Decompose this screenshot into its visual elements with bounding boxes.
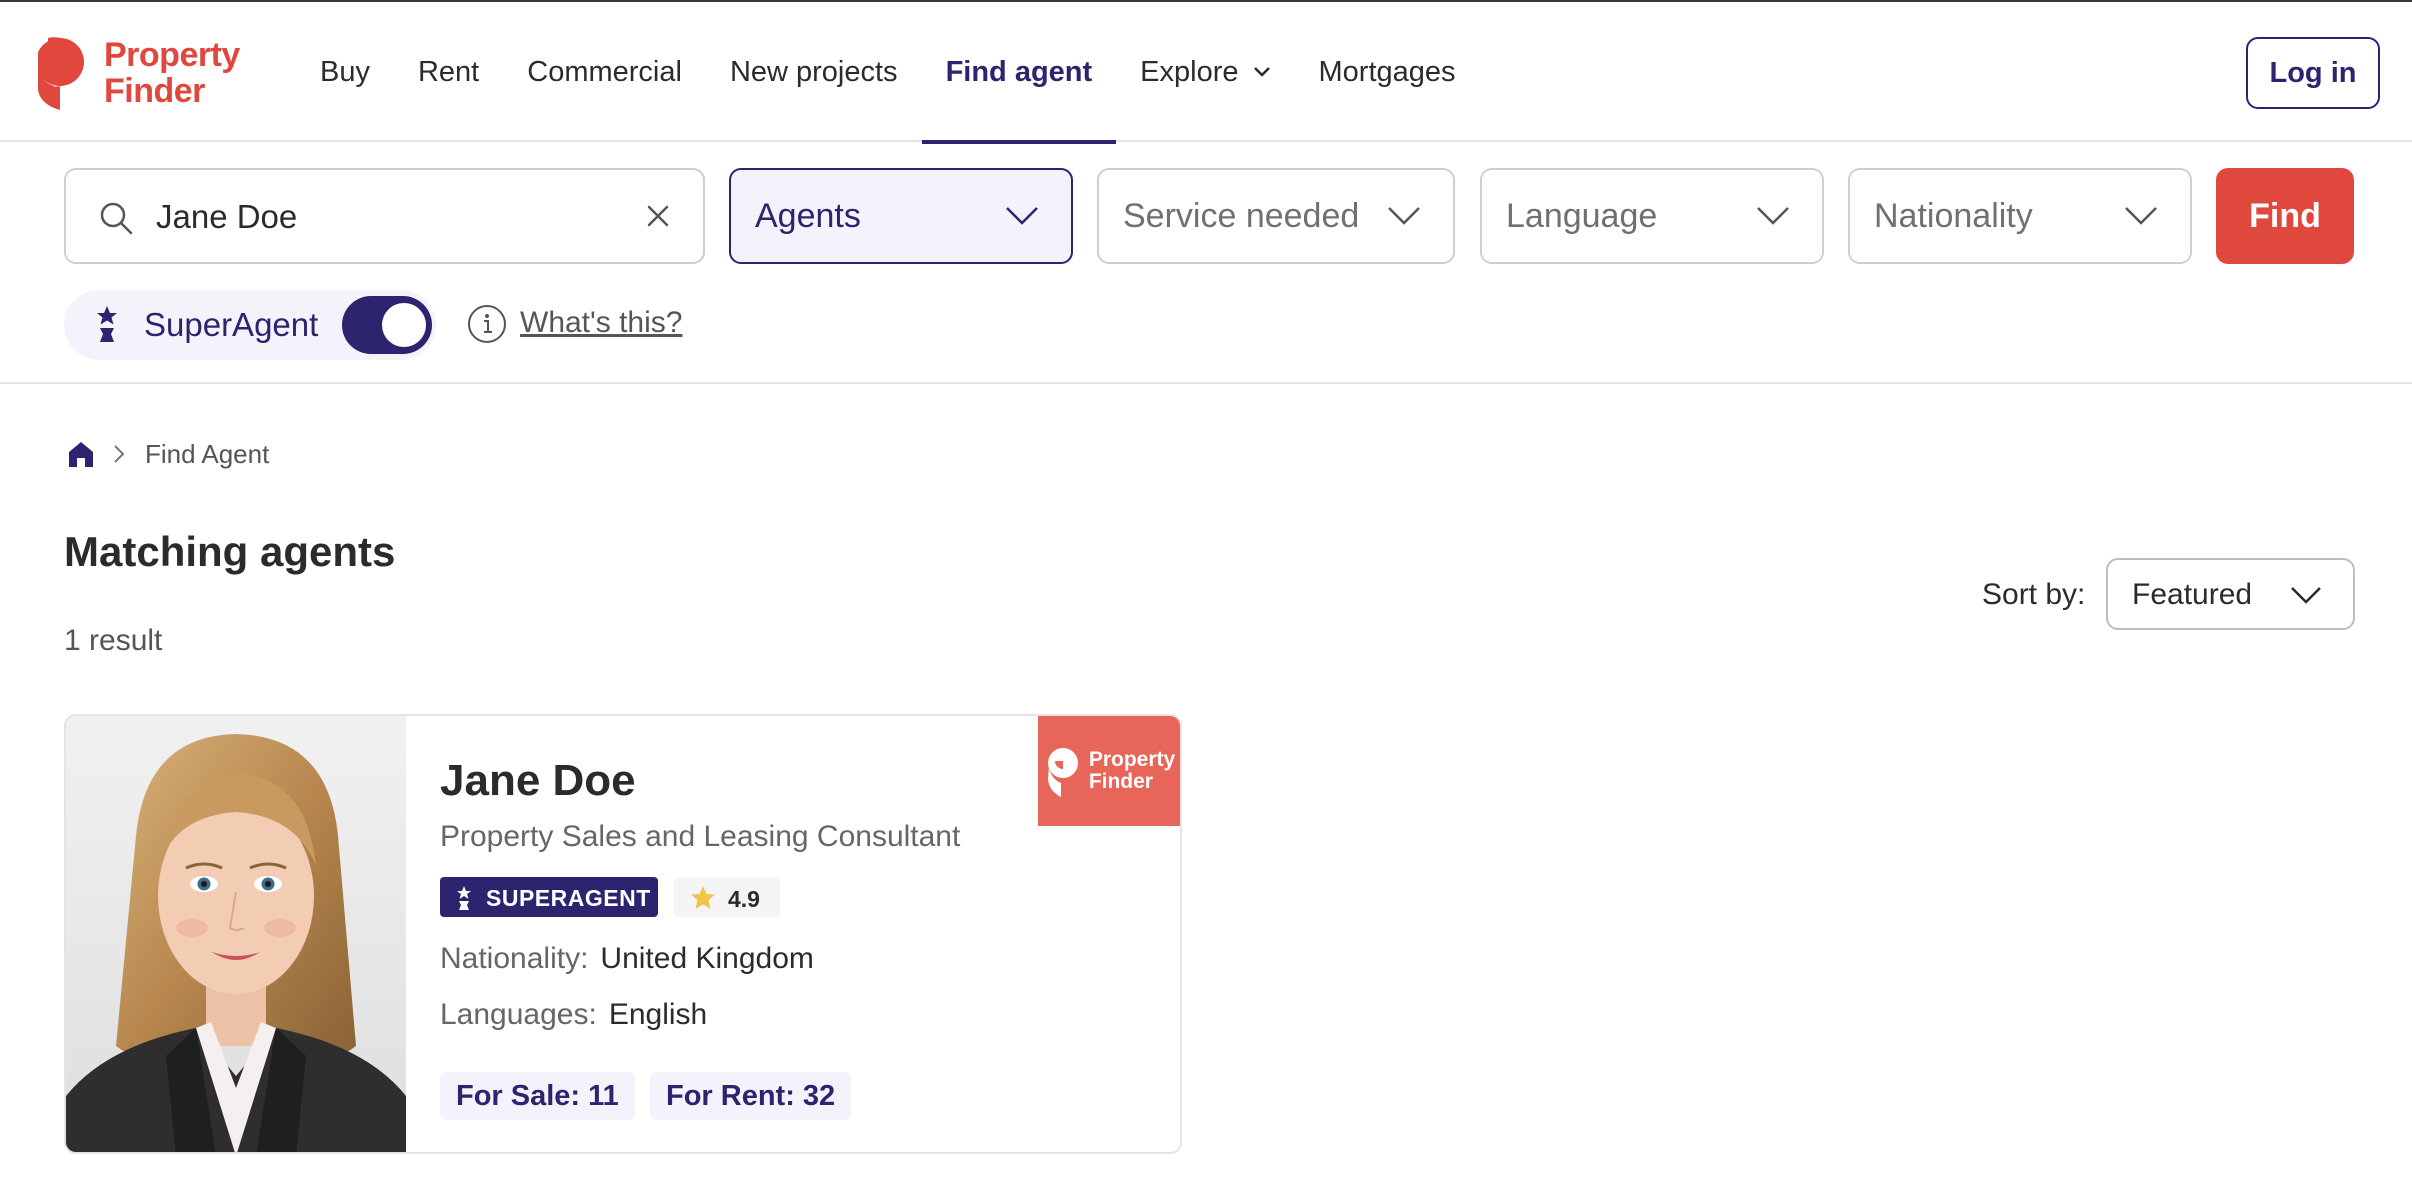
toggle-knob — [382, 303, 426, 347]
login-button[interactable]: Log in — [2246, 37, 2380, 109]
nav-explore[interactable]: Explore — [1116, 2, 1294, 142]
agent-search-box — [64, 168, 705, 264]
home-icon[interactable] — [66, 439, 96, 469]
nav-rent-label: Rent — [417, 55, 480, 88]
nationality-value: United Kingdom — [600, 942, 814, 975]
agent-name[interactable]: Jane Doe — [440, 756, 636, 806]
nav-new-projects[interactable]: New projects — [706, 2, 922, 142]
logo-text-line1: Property — [104, 36, 240, 74]
whats-this-link[interactable]: What's this? — [520, 306, 682, 340]
property-finder-logo-icon — [1047, 748, 1078, 797]
site-header: Property Finder Buy Rent Commercial New … — [0, 2, 2412, 144]
sort-label: Sort by: — [1982, 578, 2086, 611]
for-sale-count[interactable]: For Sale: 11 — [440, 1072, 635, 1120]
nav-new-projects-label: New projects — [729, 55, 898, 88]
nav-find-agent[interactable]: Find agent — [921, 2, 1117, 144]
agent-card[interactable]: Jane Doe Property Sales and Leasing Cons… — [64, 714, 1182, 1154]
nav-mortgages-label: Mortgages — [1318, 55, 1456, 88]
nationality-placeholder: Nationality — [1874, 196, 2033, 235]
service-needed-placeholder: Service needed — [1123, 196, 1360, 235]
superagent-badge-text: SUPERAGENT — [486, 885, 651, 911]
nav-commercial[interactable]: Commercial — [503, 2, 706, 142]
chevron-down-icon — [1253, 67, 1270, 77]
agent-title: Property Sales and Leasing Consultant — [440, 820, 961, 853]
main-nav: Buy Rent Commercial New projects Find ag… — [296, 2, 1480, 144]
superagent-filter: SuperAgent — [64, 290, 436, 360]
rating-value: 4.9 — [728, 886, 760, 912]
languages-label: Languages: — [440, 998, 597, 1031]
nationality-label: Nationality: — [440, 942, 589, 975]
agency-text-line2: Finder — [1088, 770, 1153, 793]
search-type-select[interactable]: Agents — [729, 168, 1073, 264]
language-placeholder: Language — [1506, 196, 1658, 235]
chevron-down-icon — [1388, 207, 1420, 225]
search-input[interactable] — [156, 190, 606, 244]
close-icon[interactable] — [642, 200, 674, 232]
languages-value: English — [608, 998, 708, 1031]
star-icon — [691, 886, 715, 909]
agent-portrait-image — [66, 716, 406, 1152]
service-needed-select[interactable]: Service needed — [1097, 168, 1455, 264]
languages-row: Languages: English — [440, 998, 707, 1032]
chevron-down-icon — [1757, 207, 1789, 225]
chevron-down-icon — [2291, 587, 2321, 604]
breadcrumb-current: Find Agent — [145, 439, 270, 469]
brand-logo[interactable]: Property Finder — [38, 28, 268, 118]
filter-divider — [0, 382, 2412, 384]
info-icon[interactable] — [466, 303, 508, 345]
agency-text-line1: Property — [1088, 748, 1176, 771]
nav-commercial-label: Commercial — [527, 55, 682, 88]
chevron-down-icon — [2125, 207, 2157, 225]
language-select[interactable]: Language — [1480, 168, 1824, 264]
nationality-select[interactable]: Nationality — [1848, 168, 2192, 264]
page-title: Matching agents — [64, 528, 396, 575]
property-finder-logo-icon — [38, 37, 84, 110]
logo-text-line2: Finder — [104, 72, 205, 110]
nav-explore-label: Explore — [1140, 55, 1239, 88]
superagent-icon — [97, 306, 117, 342]
superagent-label: SuperAgent — [144, 306, 319, 343]
chevron-right-icon — [114, 445, 125, 463]
result-count: 1 result — [64, 624, 163, 657]
sort-select[interactable]: Featured — [2106, 558, 2355, 630]
nationality-row: Nationality: United Kingdom — [440, 942, 814, 976]
search-type-value: Agents — [755, 196, 861, 235]
search-icon — [100, 202, 133, 235]
nav-rent[interactable]: Rent — [394, 2, 503, 142]
nav-buy-label: Buy — [320, 55, 370, 88]
nav-buy[interactable]: Buy — [296, 2, 394, 142]
rating-badge: 4.9 — [674, 877, 780, 917]
agency-logo: Property Finder — [1038, 716, 1180, 826]
find-button[interactable]: Find — [2216, 168, 2354, 264]
superagent-icon — [457, 886, 471, 910]
agent-photo — [66, 716, 406, 1152]
nav-mortgages[interactable]: Mortgages — [1295, 2, 1480, 142]
superagent-badge: SUPERAGENT — [440, 877, 658, 917]
superagent-toggle[interactable] — [342, 296, 432, 354]
sort-value: Featured — [2132, 578, 2253, 611]
for-rent-count[interactable]: For Rent: 32 — [650, 1072, 852, 1120]
nav-find-agent-label: Find agent — [945, 55, 1093, 88]
chevron-down-icon — [1006, 207, 1038, 225]
